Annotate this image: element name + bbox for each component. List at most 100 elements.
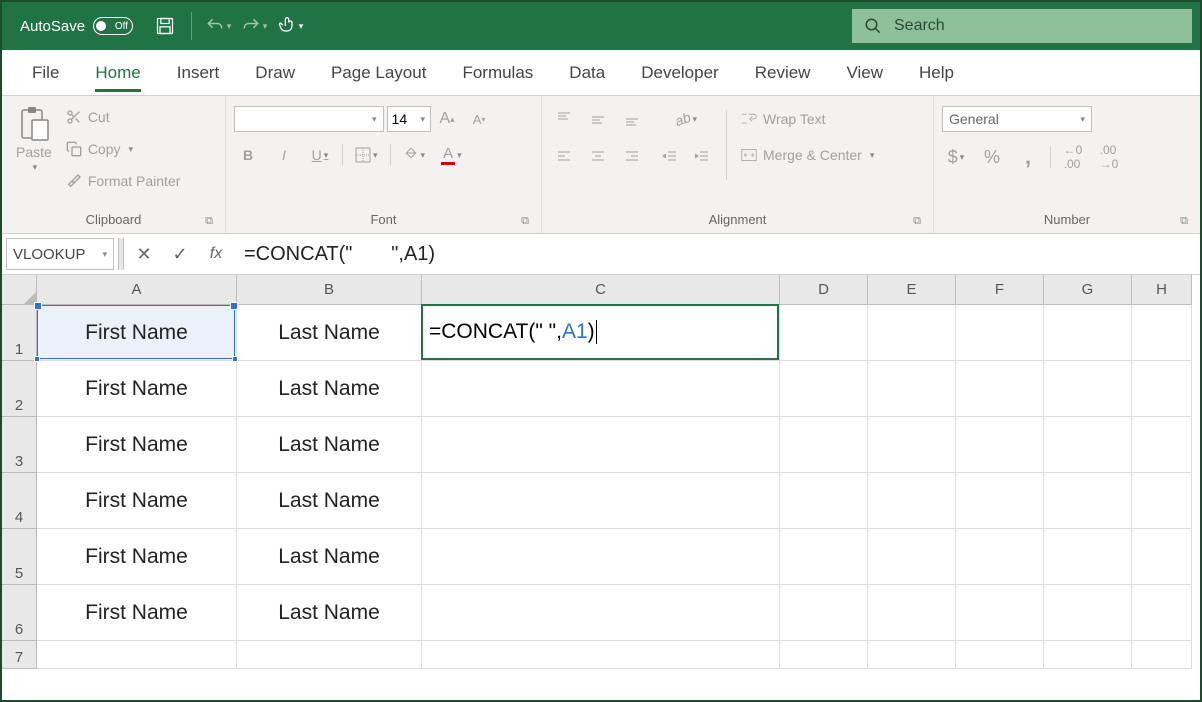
- align-bottom-icon[interactable]: [618, 106, 646, 132]
- cell[interactable]: [1132, 305, 1192, 361]
- cell[interactable]: [422, 641, 780, 669]
- cell[interactable]: [780, 473, 868, 529]
- dialog-launcher-icon[interactable]: ⧉: [1178, 215, 1190, 227]
- column-header[interactable]: F: [956, 275, 1044, 305]
- cell[interactable]: [956, 473, 1044, 529]
- cell[interactable]: [37, 641, 237, 669]
- italic-button[interactable]: I: [270, 142, 298, 168]
- cell[interactable]: [1044, 529, 1132, 585]
- cell[interactable]: [780, 305, 868, 361]
- cell[interactable]: [1132, 529, 1192, 585]
- cell[interactable]: Last Name: [237, 417, 422, 473]
- tab-insert[interactable]: Insert: [159, 50, 238, 96]
- accounting-format-button[interactable]: $▾: [942, 144, 970, 170]
- cell[interactable]: [1044, 473, 1132, 529]
- autosave-toggle[interactable]: AutoSave Off: [10, 17, 143, 35]
- orientation-button[interactable]: ab▾: [656, 106, 716, 132]
- cell[interactable]: [1132, 585, 1192, 641]
- cell[interactable]: First Name: [37, 305, 237, 361]
- cell[interactable]: Last Name: [237, 585, 422, 641]
- touch-mode-icon[interactable]: ▾: [276, 12, 304, 40]
- column-header[interactable]: H: [1132, 275, 1192, 305]
- cell[interactable]: [780, 417, 868, 473]
- paste-button[interactable]: Paste ▾: [10, 102, 58, 177]
- font-color-button[interactable]: A ▾: [437, 142, 466, 168]
- column-header[interactable]: A: [37, 275, 237, 305]
- cell[interactable]: [780, 585, 868, 641]
- comma-format-button[interactable]: ,: [1014, 144, 1042, 170]
- wrap-text-button[interactable]: Wrap Text: [737, 106, 897, 132]
- column-header[interactable]: B: [237, 275, 422, 305]
- column-header[interactable]: D: [780, 275, 868, 305]
- cell[interactable]: [1132, 361, 1192, 417]
- row-header[interactable]: 3: [2, 417, 37, 473]
- cell[interactable]: [780, 641, 868, 669]
- cell[interactable]: [1044, 417, 1132, 473]
- cell[interactable]: [1044, 585, 1132, 641]
- underline-button[interactable]: U▾: [306, 142, 334, 168]
- cancel-formula-icon[interactable]: ✕: [128, 238, 160, 270]
- align-right-icon[interactable]: [618, 144, 646, 170]
- cell[interactable]: [956, 417, 1044, 473]
- select-all-corner[interactable]: [2, 275, 37, 305]
- tab-home[interactable]: Home: [77, 50, 158, 96]
- cell[interactable]: [868, 361, 956, 417]
- tab-developer[interactable]: Developer: [623, 50, 737, 96]
- formula-input[interactable]: [236, 238, 1196, 270]
- decrease-font-icon[interactable]: A▾: [465, 106, 493, 132]
- row-header[interactable]: 4: [2, 473, 37, 529]
- fill-color-button[interactable]: ▾: [399, 142, 430, 168]
- percent-format-button[interactable]: %: [978, 144, 1006, 170]
- cell[interactable]: [868, 473, 956, 529]
- row-header[interactable]: 1: [2, 305, 37, 361]
- merge-center-button[interactable]: Merge & Center ▾: [737, 142, 917, 168]
- cell[interactable]: First Name: [37, 585, 237, 641]
- cell[interactable]: [422, 361, 780, 417]
- cell[interactable]: First Name: [37, 529, 237, 585]
- cell[interactable]: [956, 641, 1044, 669]
- cut-button[interactable]: Cut: [62, 104, 202, 130]
- increase-decimal-icon[interactable]: ←0.00: [1059, 144, 1087, 170]
- increase-indent-icon[interactable]: [688, 144, 716, 170]
- cell[interactable]: [956, 305, 1044, 361]
- name-box[interactable]: VLOOKUP ▾: [6, 238, 114, 270]
- spreadsheet-grid[interactable]: ABCDEFGH 1234567 First NameLast NameFirs…: [2, 275, 1200, 669]
- cell[interactable]: [1132, 473, 1192, 529]
- cell[interactable]: [780, 361, 868, 417]
- cell[interactable]: [1132, 641, 1192, 669]
- cell[interactable]: [956, 585, 1044, 641]
- cell[interactable]: First Name: [37, 473, 237, 529]
- cell[interactable]: [868, 641, 956, 669]
- fx-icon[interactable]: fx: [200, 238, 232, 270]
- enter-formula-icon[interactable]: ✓: [164, 238, 196, 270]
- redo-icon[interactable]: ▾: [240, 12, 268, 40]
- cell[interactable]: [868, 585, 956, 641]
- align-left-icon[interactable]: [550, 144, 578, 170]
- cell[interactable]: [868, 305, 956, 361]
- row-header[interactable]: 7: [2, 641, 37, 669]
- cell[interactable]: [422, 417, 780, 473]
- cell[interactable]: [868, 529, 956, 585]
- tab-draw[interactable]: Draw: [237, 50, 313, 96]
- cell[interactable]: [868, 417, 956, 473]
- cell[interactable]: [1044, 305, 1132, 361]
- format-painter-button[interactable]: Format Painter: [62, 168, 202, 194]
- tab-help[interactable]: Help: [901, 50, 972, 96]
- bold-button[interactable]: B: [234, 142, 262, 168]
- dialog-launcher-icon[interactable]: ⧉: [203, 215, 215, 227]
- decrease-decimal-icon[interactable]: .00→0: [1095, 144, 1123, 170]
- column-header[interactable]: G: [1044, 275, 1132, 305]
- undo-icon[interactable]: ▾: [204, 12, 232, 40]
- tab-page-layout[interactable]: Page Layout: [313, 50, 444, 96]
- borders-button[interactable]: ▾: [351, 142, 382, 168]
- column-header[interactable]: E: [868, 275, 956, 305]
- dialog-launcher-icon[interactable]: ⧉: [519, 215, 531, 227]
- cell[interactable]: [422, 529, 780, 585]
- cell[interactable]: First Name: [37, 417, 237, 473]
- cell[interactable]: [422, 585, 780, 641]
- cell[interactable]: [956, 361, 1044, 417]
- save-icon[interactable]: [151, 12, 179, 40]
- cell[interactable]: [956, 529, 1044, 585]
- tab-file[interactable]: File: [14, 50, 77, 96]
- cell[interactable]: [1132, 417, 1192, 473]
